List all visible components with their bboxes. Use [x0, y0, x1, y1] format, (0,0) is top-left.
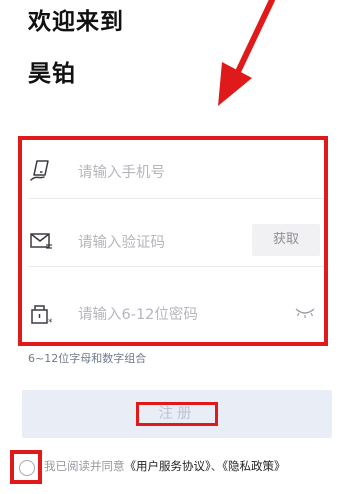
unchecked-circle-icon [19, 460, 35, 476]
user-agreement-link[interactable]: 《用户服务协议》 [125, 459, 211, 473]
privacy-policy-link[interactable]: 《隐私政策》 [222, 459, 285, 473]
register-button-label: 注册 [136, 402, 218, 426]
mail-icon [28, 228, 56, 254]
code-field[interactable]: 请输入验证码 获取 [28, 222, 324, 262]
welcome-title-line1: 欢迎来到 [28, 9, 124, 35]
field-divider [28, 198, 324, 199]
phone-input-placeholder: 请输入手机号 [78, 165, 165, 181]
register-button[interactable]: 注册 [22, 390, 332, 438]
password-hint: 6~12位字母和数字组合 [28, 352, 147, 365]
agreement-prefix: 我已阅读并同意 [44, 459, 125, 473]
code-input-placeholder: 请输入验证码 [78, 235, 165, 251]
eye-closed-icon[interactable] [294, 303, 316, 319]
svg-text:*: * [48, 318, 53, 326]
agreement-separator: 、 [210, 459, 223, 473]
lock-icon: * [28, 300, 56, 328]
phone-field[interactable]: 请输入手机号 [28, 152, 324, 192]
agreement-text: 我已阅读并同意《用户服务协议》、《隐私政策》 [44, 458, 286, 474]
password-field[interactable]: * 请输入6-12位密码 [28, 294, 324, 334]
phone-icon [28, 158, 56, 184]
password-input-placeholder: 请输入6-12位密码 [78, 307, 198, 323]
fetch-code-button[interactable]: 获取 [252, 224, 320, 256]
agreement-checkbox[interactable] [10, 450, 42, 484]
login-form-highlight: 请输入手机号 请输入验证码 获取 * 请输入6-12位密码 [18, 136, 328, 346]
welcome-title-brand: 昊铂 [28, 61, 76, 87]
agreement-row: 我已阅读并同意《用户服务协议》、《隐私政策》 [0, 448, 348, 488]
field-divider [28, 266, 324, 267]
